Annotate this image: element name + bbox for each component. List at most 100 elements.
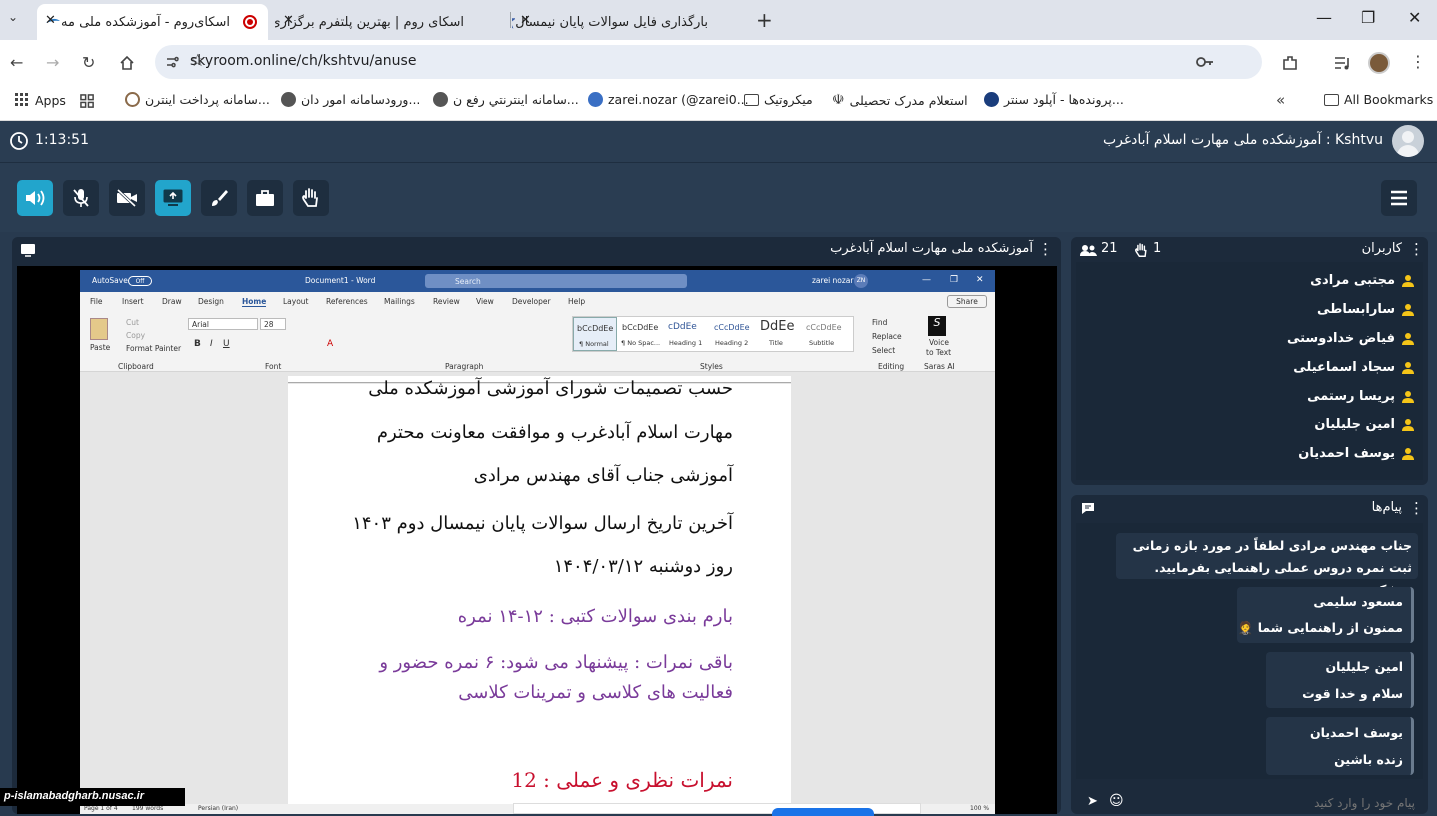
- document-page[interactable]: حسب تصمیمات شورای آموزشی آموزشکده ملی مه…: [288, 378, 791, 814]
- menu-insert[interactable]: Insert: [122, 297, 144, 306]
- style-heading1[interactable]: cDdEe Heading 1: [665, 317, 709, 351]
- address-bar[interactable]: skyroom.online/ch/kshtvu/anuse ☆: [155, 45, 1262, 79]
- media-control-icon[interactable]: [1334, 55, 1352, 71]
- user-row[interactable]: یوسف احمدیان: [1298, 446, 1415, 461]
- style-heading2[interactable]: cCcDdEe Heading 2: [711, 317, 755, 351]
- menu-help[interactable]: Help: [568, 297, 585, 306]
- forward-icon[interactable]: →: [46, 53, 59, 72]
- user-row[interactable]: امین جلیلیان: [1314, 417, 1415, 432]
- find-button[interactable]: Find: [872, 318, 887, 327]
- extensions-icon[interactable]: [1281, 54, 1299, 72]
- tab-title: اسکای‌روم - آموزشکده ملی مه: [61, 14, 230, 30]
- bookmark-mikrotik[interactable]: میکروتیک: [744, 92, 813, 107]
- close-icon[interactable]: ✕: [520, 13, 531, 28]
- users-menu-icon[interactable]: ⋮: [1409, 240, 1424, 258]
- back-icon[interactable]: ←: [10, 53, 23, 72]
- font-size-box[interactable]: 28: [260, 318, 286, 330]
- bookmark-payment[interactable]: سامانه پرداخت اینترن...: [125, 92, 270, 107]
- profile-avatar[interactable]: [1368, 52, 1390, 74]
- room-avatar[interactable]: [1392, 125, 1424, 157]
- new-tab-button[interactable]: +: [756, 8, 773, 32]
- whiteboard-button[interactable]: [201, 180, 237, 216]
- word-restore-icon[interactable]: ❐: [950, 275, 958, 285]
- font-color-button[interactable]: A: [327, 339, 333, 349]
- microphone-button[interactable]: [63, 180, 99, 216]
- files-button[interactable]: [247, 180, 283, 216]
- italic-button[interactable]: I: [210, 339, 213, 349]
- copy-button[interactable]: Copy: [126, 331, 145, 340]
- menu-review[interactable]: Review: [433, 297, 460, 306]
- screen-icon[interactable]: [20, 243, 36, 257]
- tab-upload-questions[interactable]: بارگذاری فایل سوالات پایان نیمسال ✕: [512, 4, 744, 40]
- style-subtitle[interactable]: cCcDdEe Subtitle: [803, 317, 847, 351]
- popup-button[interactable]: [772, 808, 874, 816]
- screen-share-button[interactable]: [155, 180, 191, 216]
- tab-skyroom-platform[interactable]: اسکای روم | بهترین پلتفرم برگزاری ✕: [275, 4, 500, 40]
- send-icon[interactable]: ➤: [1087, 794, 1098, 809]
- style-name: ¶ Normal: [579, 340, 609, 348]
- bookmark-zarei[interactable]: zarei.nozar (@zarei0...: [588, 92, 749, 107]
- more-bookmarks-icon[interactable]: «: [1276, 91, 1285, 109]
- stage-menu-icon[interactable]: ⋮: [1038, 240, 1053, 258]
- bookmark-upload-center[interactable]: پرونده‌ها - آپلود سنتر...: [984, 92, 1124, 107]
- bookmark-degree-inquiry[interactable]: ☫ استعلام مدرک تحصیلی: [832, 92, 968, 108]
- voice-to-text-icon[interactable]: S: [928, 316, 946, 336]
- message-input[interactable]: [1133, 793, 1415, 813]
- cut-button[interactable]: Cut: [126, 318, 139, 327]
- bookmark-star-icon[interactable]: ☆: [190, 51, 1248, 71]
- bold-button[interactable]: B: [194, 339, 201, 349]
- restore-icon[interactable]: ❐: [1361, 8, 1375, 27]
- camera-button[interactable]: [109, 180, 145, 216]
- bookmark-apps[interactable]: Apps: [14, 92, 66, 108]
- tab-search-icon[interactable]: ⌄: [8, 10, 18, 24]
- grid-icon[interactable]: [80, 94, 95, 109]
- autosave-toggle[interactable]: Off: [128, 276, 152, 286]
- browser-menu-icon[interactable]: ⋮: [1410, 52, 1426, 71]
- messages-menu-icon[interactable]: ⋮: [1409, 499, 1424, 517]
- minimize-icon[interactable]: —: [1316, 8, 1332, 27]
- menu-references[interactable]: References: [326, 297, 368, 306]
- word-search-box[interactable]: Search: [425, 274, 687, 288]
- replace-button[interactable]: Replace: [872, 332, 902, 341]
- speaker-button[interactable]: [17, 180, 53, 216]
- reload-icon[interactable]: ↻: [82, 53, 95, 72]
- user-row[interactable]: فیاض خدادوستی: [1287, 331, 1415, 346]
- bookmark-resolve-system[interactable]: سامانه اینترنتي رفع ن...: [433, 92, 579, 107]
- menu-file[interactable]: File: [90, 297, 103, 306]
- style-normal[interactable]: bCcDdEe ¶ Normal: [573, 317, 617, 351]
- bookmark-student-affairs[interactable]: ورودسامانه امور دان...: [281, 92, 420, 107]
- menu-mailings[interactable]: Mailings: [384, 297, 415, 306]
- close-icon[interactable]: ✕: [283, 13, 294, 28]
- paste-icon[interactable]: [90, 318, 108, 340]
- main-menu-button[interactable]: [1381, 180, 1417, 216]
- language: Persian (Iran): [198, 805, 239, 812]
- close-window-icon[interactable]: ✕: [1408, 8, 1421, 27]
- word-minimize-icon[interactable]: —: [922, 275, 931, 285]
- font-name-box[interactable]: Arial: [188, 318, 258, 330]
- select-button[interactable]: Select: [872, 346, 895, 355]
- user-row[interactable]: سارابساطی: [1317, 302, 1415, 317]
- emoji-icon[interactable]: ☺: [1109, 793, 1124, 809]
- format-painter-button[interactable]: Format Painter: [126, 344, 181, 353]
- all-bookmarks[interactable]: All Bookmarks: [1324, 92, 1433, 107]
- tab-skyroom[interactable]: اسکای‌روم - آموزشکده ملی مه ✕: [37, 4, 268, 40]
- user-row[interactable]: مجتبی مرادی: [1310, 273, 1415, 288]
- style-title[interactable]: DdEe Title: [757, 317, 801, 351]
- style-no-spacing[interactable]: bCcDdEe ¶ No Spac...: [619, 317, 663, 351]
- raise-hand-button[interactable]: [293, 180, 329, 216]
- menu-layout[interactable]: Layout: [283, 297, 309, 306]
- home-icon[interactable]: [119, 55, 135, 71]
- user-row[interactable]: پریسا رستمی: [1307, 389, 1415, 404]
- menu-view[interactable]: View: [476, 297, 494, 306]
- close-icon[interactable]: ✕: [45, 13, 56, 28]
- share-button[interactable]: Share: [947, 295, 987, 308]
- paste-label[interactable]: Paste: [90, 343, 110, 352]
- word-close-icon[interactable]: ✕: [976, 275, 984, 285]
- site-info-icon[interactable]: [165, 54, 181, 70]
- menu-developer[interactable]: Developer: [512, 297, 551, 306]
- menu-draw[interactable]: Draw: [162, 297, 182, 306]
- user-row[interactable]: سجاد اسماعیلی: [1293, 360, 1415, 375]
- menu-home[interactable]: Home: [242, 297, 267, 307]
- menu-design[interactable]: Design: [198, 297, 224, 306]
- underline-button[interactable]: U: [223, 339, 230, 349]
